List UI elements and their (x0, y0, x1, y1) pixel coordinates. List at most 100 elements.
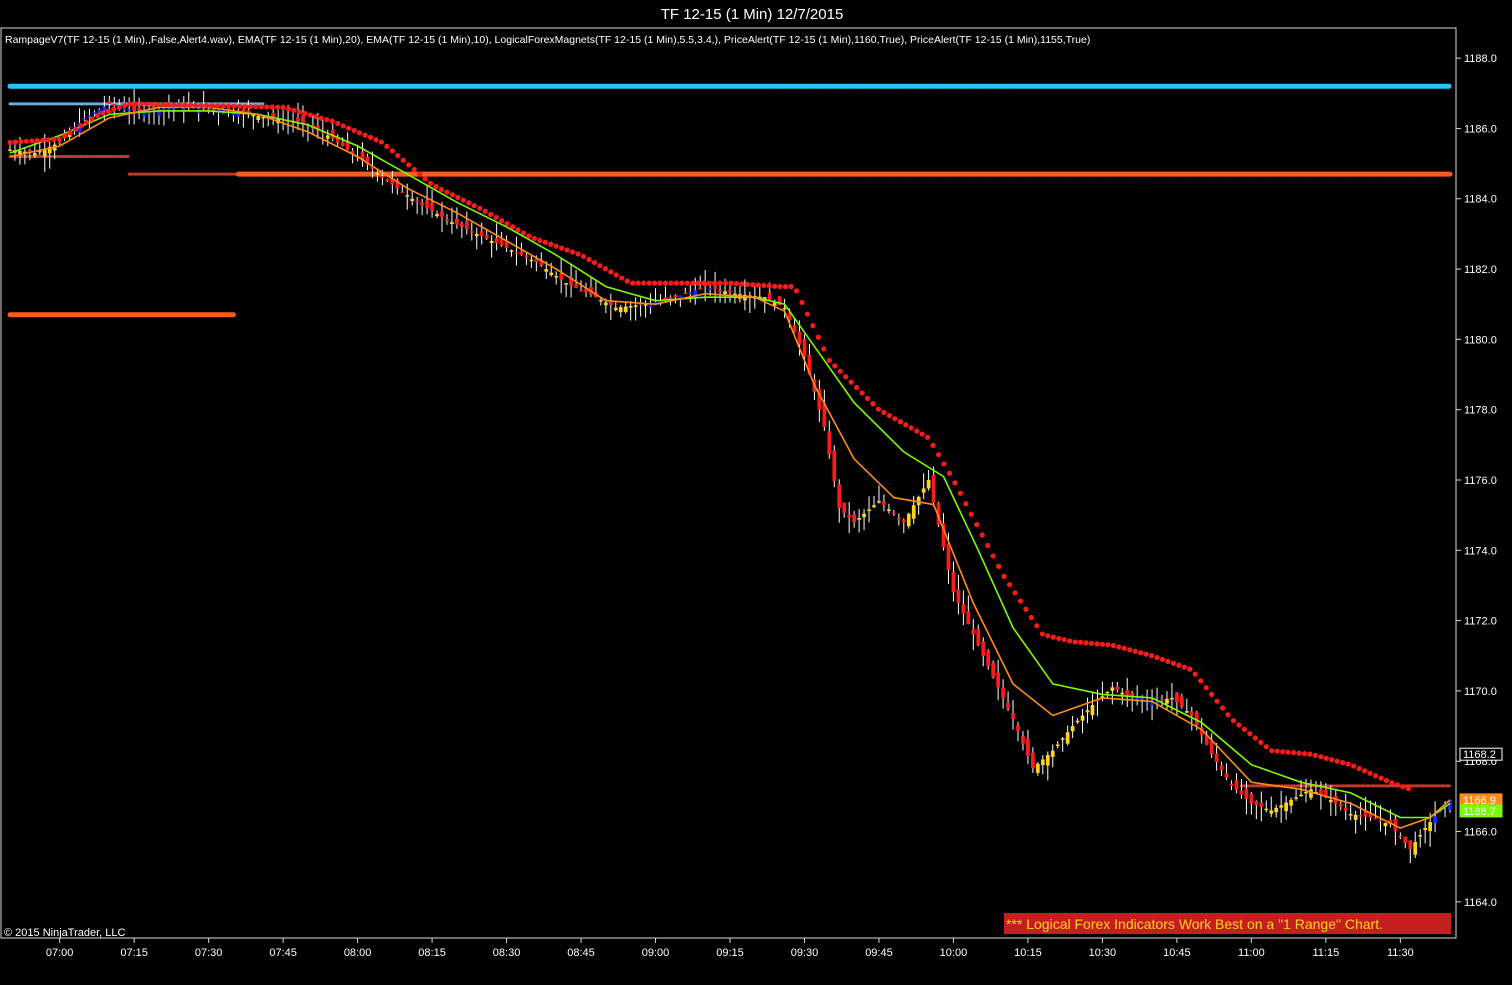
trail-stop-dot (449, 192, 456, 198)
trail-stop-dot (630, 280, 636, 286)
trail-stop-dot (728, 280, 734, 286)
candle-body (415, 200, 420, 203)
candle-body (464, 221, 469, 230)
price-chart[interactable]: TF 12-15 (1 Min) 12/7/2015 RampageV7(TF … (0, 0, 1512, 985)
candle-body (301, 115, 305, 124)
trail-stop-dot (193, 102, 199, 108)
candle-body (410, 198, 415, 202)
candle-body (832, 450, 837, 482)
candle-body (32, 153, 37, 156)
trail-stop-dot (690, 280, 696, 286)
candle-body (618, 307, 623, 313)
trail-stop-dot (985, 542, 991, 549)
trail-stop-dot (253, 104, 259, 110)
trail-stop-dot (1017, 598, 1024, 604)
trail-stop-dot (1367, 770, 1373, 776)
trail-stop-dot (881, 409, 887, 416)
trail-stop-dot (422, 176, 428, 182)
trail-stop-dot (1061, 637, 1067, 643)
candle-body (1050, 750, 1055, 757)
trail-stop-dot (602, 266, 608, 272)
candle-body (673, 295, 678, 298)
trail-stop-dot (864, 395, 871, 401)
candle-body (986, 650, 991, 667)
y-tick-label: 1182.0 (1464, 264, 1497, 276)
candle-body (926, 479, 931, 489)
candle-body (82, 117, 87, 120)
trail-stop-dot (258, 104, 264, 110)
trail-stop-dot (597, 263, 603, 269)
trail-stop-dot (1050, 634, 1056, 640)
candle-body (1209, 741, 1214, 755)
x-tick-label: 09:30 (791, 947, 819, 959)
trail-stop-dot (346, 125, 352, 131)
candle-body (1219, 765, 1224, 771)
trail-stop-dot (1290, 750, 1297, 756)
candle-body (206, 108, 211, 111)
trail-stop-dot (313, 114, 319, 120)
trail-stop-dot (608, 269, 614, 275)
trail-stop-dot (225, 103, 232, 109)
trail-stop-dot (438, 186, 445, 192)
trail-stop-dot (662, 280, 669, 286)
candle-body (608, 302, 613, 306)
x-tick-label: 07:45 (269, 947, 297, 959)
candle-body (896, 517, 901, 520)
candle-body (524, 255, 529, 258)
candle-body (325, 135, 330, 139)
trail-stop-dot (1389, 780, 1395, 786)
chart-title: TF 12-15 (1 Min) 12/7/2015 (661, 6, 844, 23)
trail-stop-dot (1121, 645, 1127, 651)
candle-body (1160, 699, 1164, 701)
candle-body (450, 222, 454, 225)
candle-body (827, 431, 832, 455)
trail-stop-dot (1356, 765, 1362, 772)
trail-stop-dot (990, 553, 996, 559)
candle-body (1348, 813, 1353, 816)
trail-stop-dot (793, 288, 800, 294)
trail-stop-dot (1225, 712, 1231, 718)
trail-stop-dot (264, 104, 270, 110)
candle-body (1343, 807, 1348, 811)
y-tick-label: 1170.0 (1464, 686, 1497, 698)
trail-stop-dot (619, 275, 625, 281)
trail-stop-dot (1340, 760, 1346, 766)
trail-stop-dot (406, 162, 412, 168)
candle-body (519, 251, 524, 255)
candle-body (559, 273, 564, 280)
candle-body (1373, 817, 1378, 820)
trail-stop-dot (67, 129, 73, 136)
trail-stop-dot (285, 106, 292, 112)
trail-stop-dot (471, 202, 477, 209)
candle-body (961, 604, 966, 614)
trail-stop-dot (892, 416, 898, 422)
candle-body (872, 505, 876, 508)
x-tick-label: 07:00 (46, 947, 74, 959)
candle-body (1105, 691, 1110, 694)
candle-body (1189, 711, 1194, 716)
trail-stop-dot (1072, 639, 1078, 645)
x-tick-label: 07:30 (195, 947, 223, 959)
candle-body (1140, 698, 1144, 700)
trail-stop-dot (171, 102, 177, 108)
trail-stop-dot (220, 103, 226, 109)
trail-stop-dot (1405, 786, 1411, 792)
trail-stop-dot (154, 101, 161, 108)
trail-stop-dot (165, 102, 171, 108)
x-tick-label: 10:15 (1014, 947, 1042, 959)
y-tick-label: 1166.0 (1464, 827, 1497, 839)
candle-body (57, 142, 62, 144)
trail-stop-dot (111, 106, 117, 112)
candle-body (549, 272, 554, 276)
y-tick-label: 1180.0 (1464, 334, 1497, 346)
trail-stop-dot (362, 132, 368, 138)
candle-body (708, 287, 712, 290)
trail-stop-dot (799, 299, 805, 306)
y-tick-label: 1178.0 (1464, 405, 1497, 417)
trail-stop-dot (1067, 638, 1073, 644)
candle-body (1045, 755, 1050, 766)
candle-body (1294, 797, 1298, 799)
trail-stop-dot (569, 249, 576, 255)
trail-stop-dot (302, 110, 308, 117)
candle-body (1180, 696, 1184, 707)
